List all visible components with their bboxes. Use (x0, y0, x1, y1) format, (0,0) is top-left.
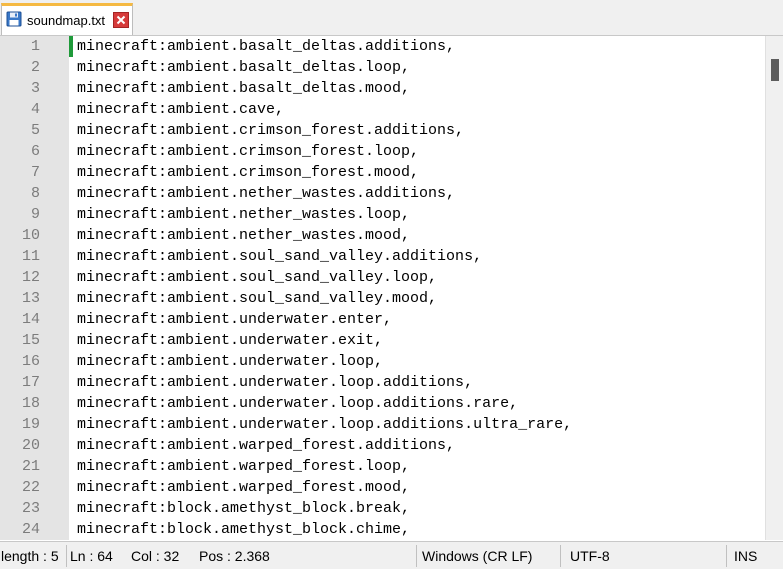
line-number: 6 (30, 143, 40, 160)
line-text[interactable]: minecraft:ambient.warped_forest.mood, (77, 477, 410, 498)
line-text[interactable]: minecraft:ambient.warped_forest.loop, (77, 456, 410, 477)
line-number: 14 (21, 311, 40, 328)
line-text[interactable]: minecraft:ambient.warped_forest.addition… (77, 435, 455, 456)
tab-soundmap[interactable]: soundmap.txt (1, 3, 133, 35)
vertical-scrollbar[interactable] (765, 36, 783, 540)
editor-line[interactable]: 17 minecraft:ambient.underwater.loop.addi… (0, 372, 765, 393)
tab-label: soundmap.txt (27, 13, 106, 28)
line-text[interactable]: minecraft:ambient.underwater.loop, (77, 351, 383, 372)
line-text[interactable]: minecraft:ambient.underwater.exit, (77, 330, 383, 351)
editor-line[interactable]: 12 minecraft:ambient.soul_sand_valley.loo… (0, 267, 765, 288)
editor-line[interactable]: 8 minecraft:ambient.nether_wastes.additio… (0, 183, 765, 204)
status-divider (416, 545, 417, 567)
line-text[interactable]: minecraft:ambient.underwater.loop.additi… (77, 414, 572, 435)
line-number: 10 (21, 227, 40, 244)
editor-line[interactable]: 16 minecraft:ambient.underwater.loop, (0, 351, 765, 372)
line-number: 3 (30, 80, 40, 97)
line-number: 12 (21, 269, 40, 286)
editor-line[interactable]: 9 minecraft:ambient.nether_wastes.loop, (0, 204, 765, 225)
scrollbar-thumb[interactable] (771, 59, 779, 81)
status-position: Pos : 2.368 (199, 548, 270, 564)
line-text[interactable]: minecraft:ambient.crimson_forest.mood, (77, 162, 419, 183)
save-disk-icon (6, 11, 22, 27)
line-number: 18 (21, 395, 40, 412)
status-divider (560, 545, 561, 567)
line-text[interactable]: minecraft:ambient.underwater.loop.additi… (77, 372, 473, 393)
status-line: Ln : 64 (70, 548, 113, 564)
line-text[interactable]: minecraft:ambient.soul_sand_valley.mood, (77, 288, 437, 309)
line-number: 4 (30, 101, 40, 118)
close-icon[interactable] (113, 12, 129, 28)
line-number: 21 (21, 458, 40, 475)
editor-line[interactable]: 11 minecraft:ambient.soul_sand_valley.add… (0, 246, 765, 267)
editor-line[interactable]: 13 minecraft:ambient.soul_sand_valley.moo… (0, 288, 765, 309)
editor-line[interactable]: 19 minecraft:ambient.underwater.loop.addi… (0, 414, 765, 435)
status-length: length : 5 (1, 548, 59, 564)
line-number: 13 (21, 290, 40, 307)
status-column: Col : 32 (131, 548, 180, 564)
line-number: 15 (21, 332, 40, 349)
line-number: 23 (21, 500, 40, 517)
line-number: 19 (21, 416, 40, 433)
line-text[interactable]: minecraft:ambient.underwater.enter, (77, 309, 392, 330)
line-number: 5 (30, 122, 40, 139)
line-text[interactable]: minecraft:ambient.basalt_deltas.mood, (77, 78, 410, 99)
line-number: 20 (21, 437, 40, 454)
line-text[interactable]: minecraft:ambient.nether_wastes.loop, (77, 204, 410, 225)
tab-bar: soundmap.txt (0, 0, 783, 36)
line-number: 11 (21, 248, 40, 265)
line-number: 8 (30, 185, 40, 202)
line-number: 24 (21, 521, 40, 538)
line-text[interactable]: minecraft:ambient.cave, (77, 99, 284, 120)
editor-line[interactable]: 6 minecraft:ambient.crimson_forest.loop, (0, 141, 765, 162)
editor-line[interactable]: 15 minecraft:ambient.underwater.exit, (0, 330, 765, 351)
editor-pane[interactable]: 1 minecraft:ambient.basalt_deltas.additio… (0, 36, 783, 540)
status-bar: length : 5 Ln : 64 Col : 32 Pos : 2.368 … (0, 541, 783, 569)
line-text[interactable]: minecraft:ambient.nether_wastes.addition… (77, 183, 455, 204)
line-number: 7 (30, 164, 40, 181)
editor-line[interactable]: 14 minecraft:ambient.underwater.enter, (0, 309, 765, 330)
editor-line[interactable]: 24 minecraft:block.amethyst_block.chime, (0, 519, 765, 540)
status-divider (726, 545, 727, 567)
line-text[interactable]: minecraft:block.amethyst_block.break, (77, 498, 410, 519)
code-area[interactable]: 1 minecraft:ambient.basalt_deltas.additio… (0, 36, 765, 540)
line-number: 1 (30, 38, 40, 55)
editor-line[interactable]: 3 minecraft:ambient.basalt_deltas.mood, (0, 78, 765, 99)
line-number: 2 (30, 59, 40, 76)
editor-line[interactable]: 21 minecraft:ambient.warped_forest.loop, (0, 456, 765, 477)
line-text[interactable]: minecraft:ambient.basalt_deltas.loop, (77, 57, 410, 78)
status-insert-mode: INS (734, 548, 758, 564)
status-divider (66, 545, 67, 567)
editor-line[interactable]: 2 minecraft:ambient.basalt_deltas.loop, (0, 57, 765, 78)
editor-line[interactable]: 5 minecraft:ambient.crimson_forest.additi… (0, 120, 765, 141)
editor-line[interactable]: 10 minecraft:ambient.nether_wastes.mood, (0, 225, 765, 246)
line-text[interactable]: minecraft:ambient.basalt_deltas.addition… (77, 36, 455, 57)
line-text[interactable]: minecraft:ambient.crimson_forest.loop, (77, 141, 419, 162)
editor-line[interactable]: 18 minecraft:ambient.underwater.loop.addi… (0, 393, 765, 414)
line-number: 9 (30, 206, 40, 223)
status-encoding: UTF-8 (570, 548, 610, 564)
line-number: 17 (21, 374, 40, 391)
line-text[interactable]: minecraft:block.amethyst_block.chime, (77, 519, 410, 540)
line-text[interactable]: minecraft:ambient.underwater.loop.additi… (77, 393, 518, 414)
line-text[interactable]: minecraft:ambient.soul_sand_valley.addit… (77, 246, 482, 267)
editor-line[interactable]: 1 minecraft:ambient.basalt_deltas.additio… (0, 36, 765, 57)
line-text[interactable]: minecraft:ambient.nether_wastes.mood, (77, 225, 410, 246)
line-number: 16 (21, 353, 40, 370)
status-eol: Windows (CR LF) (422, 548, 533, 564)
editor-line[interactable]: 23 minecraft:block.amethyst_block.break, (0, 498, 765, 519)
editor-line[interactable]: 4 minecraft:ambient.cave, (0, 99, 765, 120)
editor-line[interactable]: 20 minecraft:ambient.warped_forest.additi… (0, 435, 765, 456)
line-text[interactable]: minecraft:ambient.soul_sand_valley.loop, (77, 267, 437, 288)
editor-line[interactable]: 7 minecraft:ambient.crimson_forest.mood, (0, 162, 765, 183)
line-text[interactable]: minecraft:ambient.crimson_forest.additio… (77, 120, 464, 141)
editor-line[interactable]: 22 minecraft:ambient.warped_forest.mood, (0, 477, 765, 498)
line-number: 22 (21, 479, 40, 496)
